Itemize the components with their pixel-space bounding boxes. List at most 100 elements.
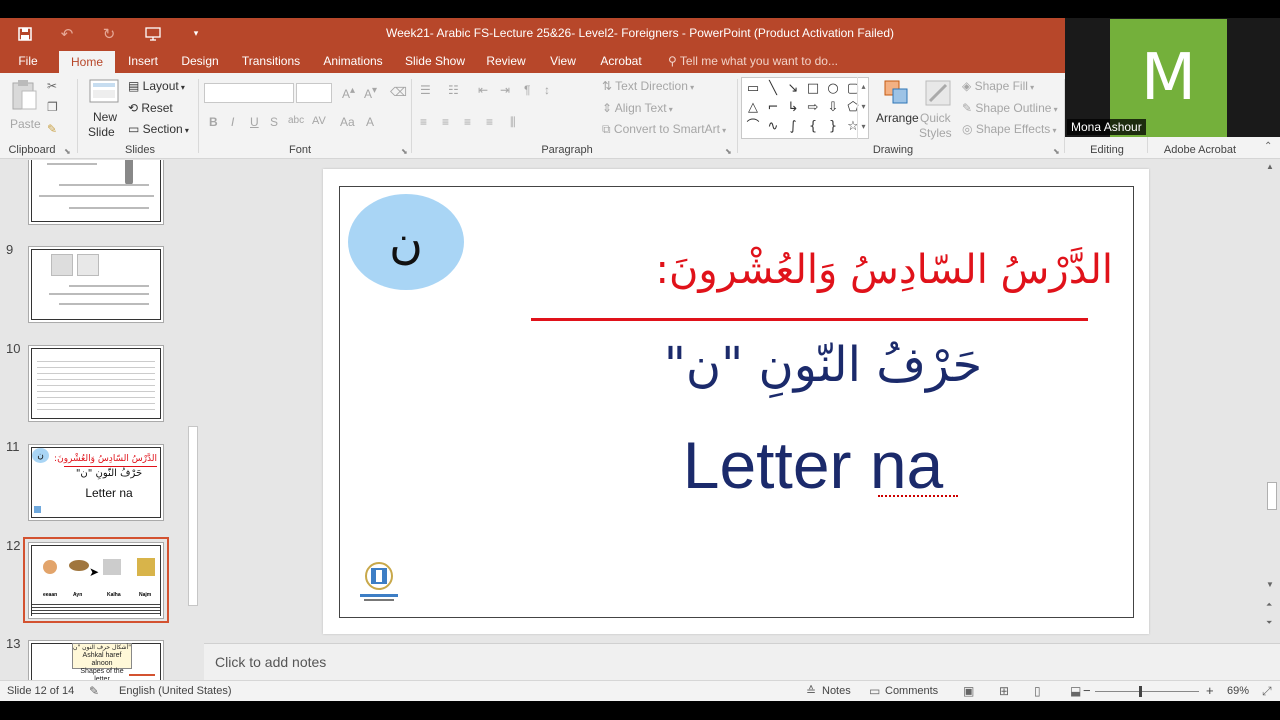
scroll-up-arrow-icon[interactable]: ▲ <box>1266 162 1274 171</box>
redo-icon[interactable]: ↻ <box>94 18 124 49</box>
align-center-icon[interactable]: ≡ <box>442 115 449 129</box>
arc-shape-icon[interactable]: ⌒ <box>745 120 761 133</box>
current-slide[interactable]: ن الدَّرْسُ السّادِسُ وَالعُشْرونَ: حَرْ… <box>323 169 1149 634</box>
font-launcher-icon[interactable]: ⬊ <box>401 147 408 156</box>
change-case-icon[interactable]: Aa <box>340 115 355 129</box>
english-subtitle[interactable]: Letter na <box>523 427 1103 503</box>
clipboard-launcher-icon[interactable]: ⬊ <box>64 147 71 156</box>
shape-outline-button[interactable]: ✎ Shape Outline ▾ <box>962 101 1058 115</box>
letter-circle[interactable]: ن <box>348 194 464 290</box>
new-slide-button[interactable]: New Slide <box>86 79 122 141</box>
next-slide-icon[interactable]: ⏷ <box>1266 618 1272 628</box>
slide-thumbnail-9[interactable] <box>28 246 164 323</box>
tab-view[interactable]: View <box>544 49 582 73</box>
notes-toggle-label[interactable]: Notes <box>822 685 851 697</box>
align-left-icon[interactable]: ≡ <box>420 115 427 129</box>
scribble-shape-icon[interactable]: ∫ <box>785 120 801 133</box>
elbow-connector-icon[interactable]: ⌐ <box>765 101 781 114</box>
slide-thumbnail-13[interactable]: أشكال حرف النون "ن" Ashkal haref alnoon … <box>28 640 164 680</box>
notes-pane[interactable]: Click to add notes <box>204 643 1280 680</box>
arabic-subtitle[interactable]: حَرْفُ النّونِ "ن" <box>563 337 1083 393</box>
drawing-launcher-icon[interactable]: ⬊ <box>1053 147 1060 156</box>
right-arrow-shape-icon[interactable]: ⇨ <box>805 101 821 114</box>
underline-icon[interactable]: U <box>250 115 259 129</box>
tab-review[interactable]: Review <box>482 49 530 73</box>
tab-acrobat[interactable]: Acrobat <box>596 49 646 73</box>
curve-shape-icon[interactable]: ∿ <box>765 120 781 133</box>
tab-animations[interactable]: Animations <box>318 49 388 73</box>
numbering-icon[interactable]: ☷ <box>448 83 459 97</box>
zoom-slider-thumb[interactable] <box>1139 686 1142 697</box>
strikethrough-icon[interactable]: abc <box>288 115 304 126</box>
textbox-shape-icon[interactable]: ▭ <box>745 82 761 95</box>
collapse-ribbon-icon[interactable]: ⌃ <box>1264 141 1272 152</box>
slide-thumbnail-12[interactable]: ➤ eeaan Ayn Kalha Najm <box>28 542 164 619</box>
section-button[interactable]: ▭ Section ▾ <box>128 122 189 136</box>
arrow-line-shape-icon[interactable]: ↘ <box>785 82 801 95</box>
tab-transitions[interactable]: Transitions <box>238 49 304 73</box>
format-painter-icon[interactable]: ✎ <box>47 122 57 136</box>
paste-button[interactable]: Paste <box>8 79 41 131</box>
tab-file[interactable]: File <box>8 49 48 73</box>
decrease-font-icon[interactable]: A▾ <box>364 85 377 101</box>
convert-smartart-button[interactable]: ⧉ Convert to SmartArt ▾ <box>602 122 726 137</box>
shadow-icon[interactable]: S <box>270 115 278 129</box>
fit-to-window-icon[interactable]: ⤢ <box>1262 684 1272 699</box>
down-arrow-shape-icon[interactable]: ⇩ <box>825 101 841 114</box>
slide-thumbnail-10[interactable] <box>28 345 164 422</box>
zoom-slider-track[interactable] <box>1095 691 1199 692</box>
editor-scrollbar[interactable]: ▲ ▼ ⏶ ⏷ <box>1264 160 1280 640</box>
decrease-indent-icon[interactable]: ⇤ <box>478 83 488 97</box>
paragraph-launcher-icon[interactable]: ⬊ <box>725 147 732 156</box>
slide-sorter-icon[interactable]: ⊞ <box>999 684 1009 698</box>
zoom-out-icon[interactable]: − <box>1083 683 1091 698</box>
increase-indent-icon[interactable]: ⇥ <box>500 83 510 97</box>
bullets-icon[interactable]: ☰ <box>420 83 431 97</box>
oval-shape-icon[interactable]: ○ <box>825 82 841 95</box>
scroll-down-arrow-icon[interactable]: ▼ <box>1266 580 1274 589</box>
tab-slide-show[interactable]: Slide Show <box>402 49 468 73</box>
triangle-shape-icon[interactable]: △ <box>745 101 761 114</box>
italic-icon[interactable]: I <box>231 115 234 129</box>
thumbnails-scrollbar[interactable] <box>186 160 200 680</box>
notes-toggle-icon[interactable]: ≙ <box>806 684 816 698</box>
zoom-level[interactable]: 69% <box>1227 685 1249 697</box>
clear-formatting-icon[interactable]: ⌫ <box>390 85 407 99</box>
line-shape-icon[interactable]: ╲ <box>765 82 781 95</box>
comments-icon[interactable]: ▭ <box>869 684 880 698</box>
customize-qat-icon[interactable]: ▾ <box>181 18 211 49</box>
cut-icon[interactable]: ✂ <box>47 79 57 93</box>
columns-icon[interactable]: ⫼ <box>510 115 516 130</box>
comments-toggle-label[interactable]: Comments <box>885 685 938 697</box>
line-spacing-icon[interactable]: ↕ <box>544 83 550 97</box>
previous-slide-icon[interactable]: ⏶ <box>1266 600 1272 610</box>
increase-font-icon[interactable]: A▴ <box>342 85 355 101</box>
zoom-in-icon[interactable]: + <box>1206 683 1214 698</box>
rtl-icon[interactable]: ¶ <box>524 83 530 97</box>
align-text-button[interactable]: ⇕ Align Text ▾ <box>602 101 673 115</box>
justify-icon[interactable]: ≡ <box>486 115 493 129</box>
save-icon[interactable] <box>10 18 40 49</box>
tell-me-search[interactable]: ⚲ Tell me what you want to do... <box>668 49 838 73</box>
slide-show-view-icon[interactable]: ⬓ <box>1070 684 1081 698</box>
slide-thumbnail-11[interactable]: ن الدَّرْسُ السّادِسُ وَالعُشْرونَ: حَرْ… <box>28 444 164 521</box>
spellcheck-icon[interactable]: ✎ <box>89 684 99 698</box>
character-spacing-icon[interactable]: AV <box>312 115 326 127</box>
start-from-beginning-icon[interactable] <box>138 18 168 49</box>
font-name-box[interactable] <box>204 83 294 103</box>
reset-button[interactable]: ⟲ Reset <box>128 101 173 115</box>
shapes-gallery[interactable]: ▭ ╲ ↘ □ ○ ▢ △ ⌐ ↳ ⇨ ⇩ ⬠ ⌒ ∿ ∫ { } ☆ <box>741 77 869 139</box>
undo-icon[interactable]: ↶ <box>52 18 82 49</box>
normal-view-icon[interactable]: ▣ <box>963 684 974 698</box>
font-size-box[interactable] <box>296 83 332 103</box>
reading-view-icon[interactable]: ▯ <box>1034 684 1041 698</box>
thumbnails-scroll-thumb[interactable] <box>188 426 198 606</box>
shape-effects-button[interactable]: ◎ Shape Effects ▾ <box>962 122 1057 136</box>
right-brace-shape-icon[interactable]: } <box>825 120 841 133</box>
layout-button[interactable]: ▤ Layout ▾ <box>128 79 185 93</box>
font-color-icon[interactable]: A <box>366 115 374 129</box>
slide-thumbnail-8[interactable] <box>28 160 164 225</box>
tab-design[interactable]: Design <box>176 49 224 73</box>
left-brace-shape-icon[interactable]: { <box>805 120 821 133</box>
tab-home[interactable]: Home <box>59 51 115 73</box>
